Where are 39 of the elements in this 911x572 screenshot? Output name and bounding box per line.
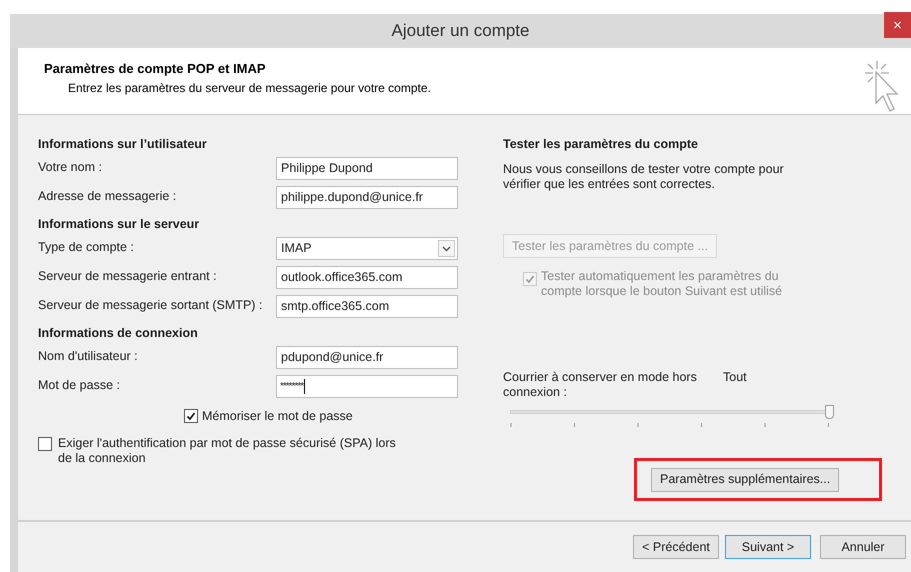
field-label: Serveur de messagerie entrant : [38, 268, 218, 285]
close-button[interactable]: × [884, 12, 911, 38]
offline-mail-slider[interactable] [510, 405, 836, 419]
header-subtitle: Entrez les paramètres du serveur de messagerie pour votre compte. [67, 80, 431, 96]
field-label: Adresse de messagerie : [38, 188, 178, 205]
input-field[interactable]: outlook.office365.com [276, 266, 458, 289]
input-field[interactable]: smtp.office365.com [276, 295, 458, 318]
checkbox-label: Exiger l'authentification par mot de passe sécurisé (SPA) lors de la connexion [58, 436, 397, 466]
account-type-dropdown[interactable]: IMAP [276, 237, 458, 260]
input-field[interactable]: philippe.dupond@unice.fr [276, 186, 458, 209]
section-heading: Informations de connexion [38, 325, 199, 342]
input-field[interactable]: pdupond@unice.fr [276, 346, 458, 369]
password-field[interactable]: ******** [276, 375, 458, 398]
checkbox[interactable] [184, 409, 198, 423]
slider-thumb[interactable] [825, 405, 834, 419]
dialog-button[interactable]: < Précédent [633, 535, 719, 559]
field-label: Mot de passe : [38, 377, 121, 394]
checkbox[interactable] [38, 437, 52, 451]
checkbox-label: Tester automatiquement les paramètres du compte lorsque le bouton Suivant est utilisé [541, 269, 784, 299]
check-icon [186, 411, 196, 421]
input-field[interactable]: Philippe Dupond [276, 157, 458, 180]
section-heading: Informations sur l’utilisateur [38, 136, 208, 153]
checkbox-label: Mémoriser le mot de passe [202, 408, 353, 425]
slider-label: Courrier à conserver en mode hors connexion : [503, 370, 698, 400]
window-title: Ajouter un compte [392, 20, 530, 42]
description-text: Nous vous conseillons de tester votre compte pour vérifier que les entrées sont correctes. [503, 162, 785, 192]
field-label: Serveur de messagerie sortant (SMTP) : [38, 297, 264, 314]
dialog-button[interactable]: Annuler [820, 535, 906, 559]
field-label: Nom d'utilisateur : [38, 348, 139, 365]
check-icon [525, 274, 535, 284]
field-label: Type de compte : [38, 239, 135, 256]
dialog-button[interactable]: Suivant > [725, 535, 811, 559]
more-settings-button[interactable]: Paramètres supplémentaires... [651, 468, 840, 492]
field-label: Votre nom : [38, 159, 103, 176]
slider-value: Tout [723, 370, 747, 385]
section-heading: Tester les paramètres du compte [503, 136, 699, 153]
section-heading: Informations sur le serveur [38, 216, 200, 233]
chevron-down-icon [442, 246, 451, 252]
header-title: Paramètres de compte POP et IMAP [44, 60, 267, 78]
